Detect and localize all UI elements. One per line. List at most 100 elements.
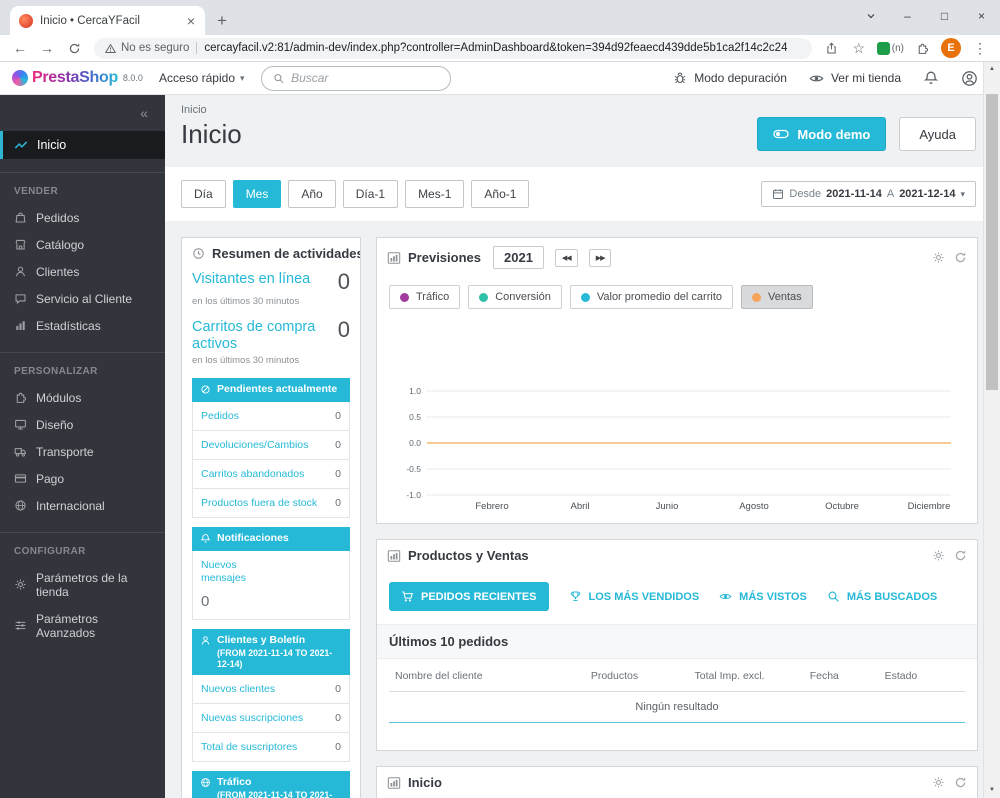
row-value: 0 bbox=[335, 683, 341, 696]
sidebar-item-transporte[interactable]: Transporte bbox=[0, 438, 165, 465]
tab-mas-vistos[interactable]: MÁS VISTOS bbox=[719, 590, 807, 603]
row-value: 0 bbox=[335, 438, 341, 451]
eye-icon bbox=[719, 590, 732, 603]
x-tick: Diciembre bbox=[908, 501, 951, 512]
forecast-year-selector[interactable]: 2021 bbox=[493, 246, 544, 269]
sidebar-item-clientes[interactable]: Clientes bbox=[0, 258, 165, 285]
sidebar-item-modulos[interactable]: Módulos bbox=[0, 384, 165, 411]
sidebar-item-parametros-avanzados[interactable]: Parámetros Avanzados bbox=[0, 605, 165, 646]
x-tick: Abril bbox=[570, 501, 589, 512]
sidebar-collapse-button[interactable]: « bbox=[0, 95, 165, 127]
legend-conversion[interactable]: Conversión bbox=[468, 285, 562, 309]
forward-button[interactable]: → bbox=[35, 36, 59, 60]
refresh-icon[interactable] bbox=[954, 776, 967, 789]
scroll-down-icon[interactable]: ▼ bbox=[984, 783, 1000, 798]
window-maximize-button[interactable]: □ bbox=[926, 0, 963, 32]
scrollbar-thumb[interactable] bbox=[986, 94, 998, 390]
refresh-icon[interactable] bbox=[954, 549, 967, 562]
sidebar-item-pedidos[interactable]: Pedidos bbox=[0, 204, 165, 231]
activity-panel-title: Resumen de actividades bbox=[212, 246, 360, 261]
legend-trafico[interactable]: Tráfico bbox=[389, 285, 461, 309]
browser-profile-avatar[interactable]: E bbox=[941, 38, 961, 58]
period-dia-1-button[interactable]: Día-1 bbox=[342, 180, 399, 208]
extension-with-badge[interactable]: (n) bbox=[876, 41, 904, 55]
calendar-icon bbox=[772, 188, 784, 200]
tab-search-chevron-icon[interactable] bbox=[852, 0, 889, 32]
prestashop-logo[interactable]: PrestaShop 8.0.0 bbox=[12, 69, 143, 87]
next-year-button[interactable]: ▶▶ bbox=[588, 248, 612, 267]
refresh-icon[interactable] bbox=[954, 251, 967, 264]
activity-panel: Resumen de actividades Visitantes en lín… bbox=[181, 237, 361, 798]
sidebar-item-catalogo[interactable]: Catálogo bbox=[0, 231, 165, 258]
notifications-bell-icon[interactable] bbox=[923, 70, 939, 86]
pending-row-stock[interactable]: Productos fuera de stock 0 bbox=[193, 489, 349, 517]
sidebar-item-diseno[interactable]: Diseño bbox=[0, 411, 165, 438]
not-secure-warning-icon bbox=[105, 43, 116, 54]
row-value: 0 bbox=[335, 741, 341, 754]
profile-icon[interactable] bbox=[961, 70, 978, 87]
sidebar-item-internacional[interactable]: Internacional bbox=[0, 492, 165, 519]
debug-mode-button[interactable]: Modo depuración bbox=[673, 71, 787, 85]
view-store-label: Ver mi tienda bbox=[830, 71, 901, 85]
sidebar-item-inicio[interactable]: Inicio bbox=[0, 131, 165, 159]
search-icon bbox=[827, 590, 840, 603]
extension-icon[interactable] bbox=[876, 41, 890, 55]
sidebar-item-label: Inicio bbox=[37, 138, 67, 152]
tab-close-icon[interactable]: × bbox=[184, 13, 198, 29]
previous-year-button[interactable]: ◀◀ bbox=[554, 248, 578, 267]
help-button[interactable]: Ayuda bbox=[899, 117, 976, 151]
quick-access-dropdown[interactable]: Acceso rápido ▾ bbox=[159, 71, 245, 85]
address-bar[interactable]: No es seguro cercayfacil.v2:81/admin-dev… bbox=[94, 37, 812, 59]
share-icon[interactable] bbox=[820, 36, 844, 60]
view-store-link[interactable]: Ver mi tienda bbox=[809, 71, 901, 86]
browser-tab[interactable]: Inicio • CercaYFacil × bbox=[10, 6, 205, 35]
legend-valor-promedio[interactable]: Valor promedio del carrito bbox=[569, 285, 733, 309]
row-label: Carritos abandonados bbox=[201, 467, 305, 480]
customers-row-nuevos[interactable]: Nuevos clientes 0 bbox=[193, 675, 349, 705]
period-ano-1-button[interactable]: Año-1 bbox=[471, 180, 530, 208]
period-mes-1-button[interactable]: Mes-1 bbox=[405, 180, 465, 208]
tab-los-mas-vendidos[interactable]: LOS MÁS VENDIDOS bbox=[569, 590, 699, 603]
legend-ventas[interactable]: Ventas bbox=[741, 285, 813, 309]
pending-row-devoluciones[interactable]: Devoluciones/Cambios 0 bbox=[193, 431, 349, 460]
gear-icon[interactable] bbox=[932, 776, 945, 789]
new-tab-button[interactable]: + bbox=[205, 6, 239, 35]
pending-row-carritos[interactable]: Carritos abandonados 0 bbox=[193, 460, 349, 489]
gear-icon[interactable] bbox=[932, 251, 945, 264]
sidebar-item-servicio-al-cliente[interactable]: Servicio al Cliente bbox=[0, 285, 165, 312]
sidebar-item-parametros-tienda[interactable]: Parámetros de la tienda bbox=[0, 564, 165, 605]
legend-label: Tráfico bbox=[416, 291, 450, 303]
tab-label: PEDIDOS RECIENTES bbox=[421, 590, 537, 603]
header-search[interactable] bbox=[260, 65, 451, 91]
forecast-chart-area: 1.0 0.5 0.0 -0.5 -1.0 Febrero Abril Juni… bbox=[377, 309, 977, 523]
gear-icon[interactable] bbox=[932, 549, 945, 562]
period-ano-button[interactable]: Año bbox=[288, 180, 336, 208]
shopping-bag-icon bbox=[14, 211, 27, 224]
sidebar-item-estadisticas[interactable]: Estadísticas bbox=[0, 312, 165, 339]
tab-pedidos-recientes[interactable]: PEDIDOS RECIENTES bbox=[389, 582, 549, 611]
products-sales-title: Productos y Ventas bbox=[408, 548, 529, 563]
browser-scrollbar[interactable]: ▲ ▼ bbox=[983, 62, 1000, 798]
window-close-button[interactable]: × bbox=[963, 0, 1000, 32]
back-button[interactable]: ← bbox=[8, 36, 32, 60]
extensions-puzzle-icon[interactable] bbox=[910, 36, 934, 60]
new-messages-item[interactable]: Nuevos mensajes 0 bbox=[192, 550, 350, 620]
products-sales-tabs: PEDIDOS RECIENTES LOS MÁS VENDIDOS MÁS V… bbox=[377, 571, 977, 624]
customers-row-suscripciones[interactable]: Nuevas suscripciones 0 bbox=[193, 704, 349, 734]
tab-mas-buscados[interactable]: MÁS BUSCADOS bbox=[827, 590, 937, 603]
pending-row-pedidos[interactable]: Pedidos 0 bbox=[193, 402, 349, 431]
sidebar-item-pago[interactable]: Pago bbox=[0, 465, 165, 492]
bookmark-star-icon[interactable]: ☆ bbox=[847, 36, 871, 60]
notifications-header-label: Notificaciones bbox=[217, 531, 289, 544]
browser-menu-icon[interactable]: ⋮ bbox=[968, 36, 992, 60]
date-range-picker[interactable]: Desde 2021-11-14 A 2021-12-14 ▾ bbox=[761, 181, 976, 207]
search-input[interactable] bbox=[291, 71, 439, 85]
demo-mode-button[interactable]: Modo demo bbox=[757, 117, 887, 151]
period-mes-button[interactable]: Mes bbox=[232, 180, 282, 208]
reload-button[interactable] bbox=[62, 36, 86, 60]
scroll-up-icon[interactable]: ▲ bbox=[984, 62, 1000, 77]
period-dia-button[interactable]: Día bbox=[181, 180, 226, 208]
window-minimize-button[interactable]: – bbox=[889, 0, 926, 32]
truck-icon bbox=[14, 445, 27, 458]
customers-row-suscriptores[interactable]: Total de suscriptores 0 bbox=[193, 733, 349, 761]
